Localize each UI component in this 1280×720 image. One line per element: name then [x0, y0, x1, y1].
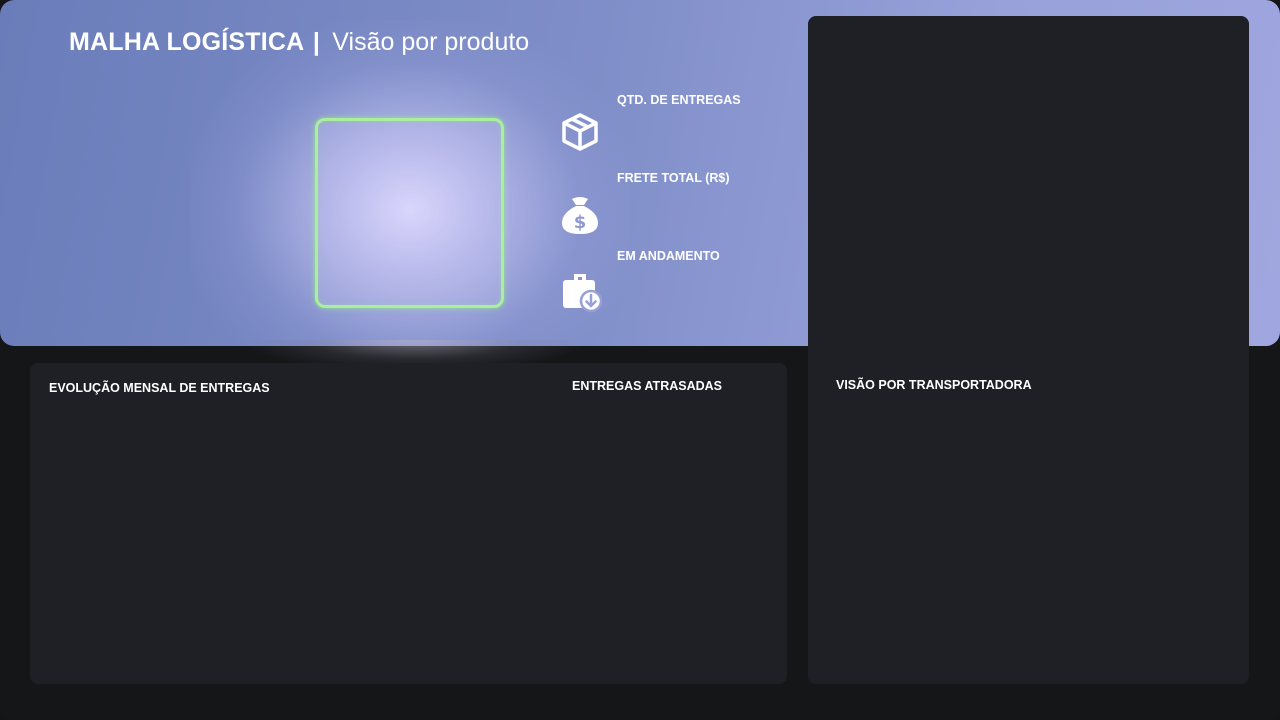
- svg-text:$: $: [574, 212, 587, 233]
- kpi-deliveries-label: QTD. DE ENTREGAS: [617, 93, 741, 107]
- late-deliveries-title: ENTREGAS ATRASADAS: [572, 379, 723, 393]
- kpi-freight-label: FRETE TOTAL (R$): [617, 171, 730, 185]
- dashboard-subtitle: Visão por produto: [332, 28, 530, 56]
- page-title: MALHA LOGÍSTICA | Visão por produto: [69, 28, 529, 57]
- title-separator: |: [312, 28, 320, 56]
- dashboard: MALHA LOGÍSTICA | Visão por produto QTD.…: [0, 0, 1280, 720]
- monthly-evolution-title: EVOLUÇÃO MENSAL DE ENTREGAS: [49, 381, 270, 395]
- briefcase-download-icon: [563, 274, 602, 313]
- dashboard-title: MALHA LOGÍSTICA: [69, 28, 305, 56]
- carriers-title: VISÃO POR TRANSPORTADORA: [836, 378, 1032, 392]
- monthly-evolution-panel: EVOLUÇÃO MENSAL DE ENTREGAS ENTREGAS ATR…: [30, 363, 787, 684]
- carriers-panel: VISÃO POR TRANSPORTADORA: [808, 16, 1249, 684]
- kpi-in-progress-label: EM ANDAMENTO: [617, 249, 720, 263]
- money-bag-icon: $: [562, 197, 598, 234]
- product-image-slot[interactable]: [315, 118, 504, 308]
- package-box-icon: [562, 113, 598, 151]
